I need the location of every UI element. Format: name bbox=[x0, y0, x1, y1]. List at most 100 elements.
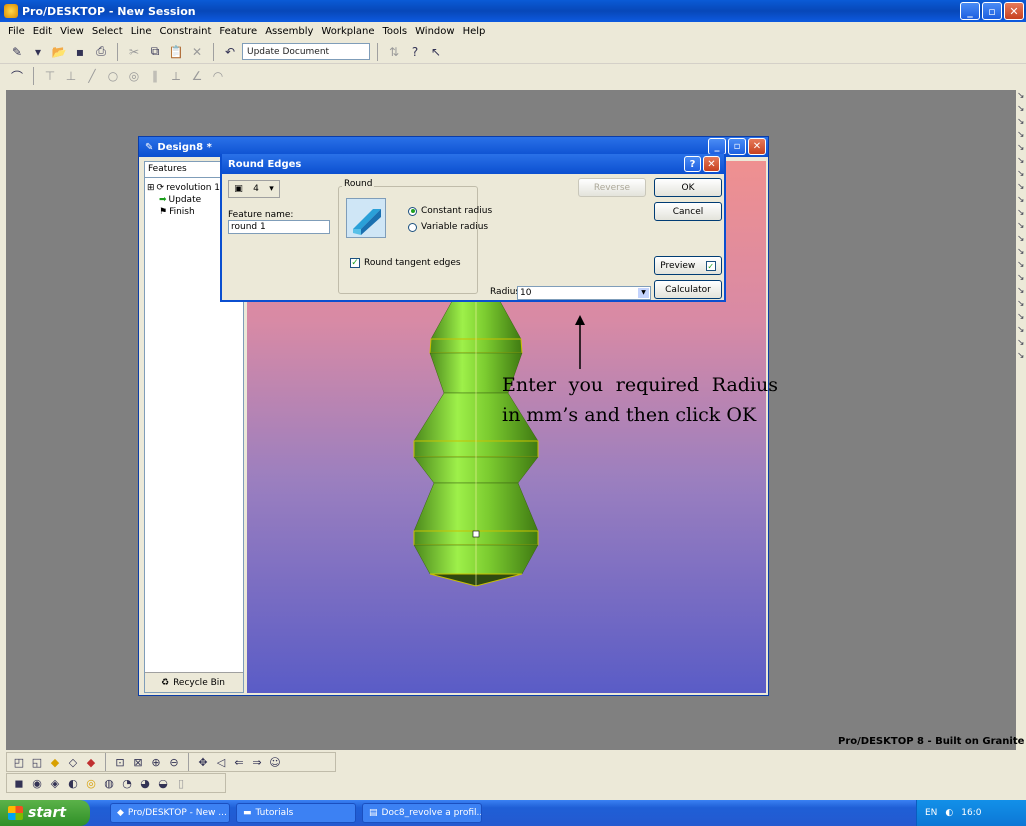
view-shade-icon[interactable]: ◆ bbox=[47, 754, 63, 770]
menu-select[interactable]: Select bbox=[88, 26, 127, 37]
recycle-bin[interactable]: ♻ Recycle Bin bbox=[145, 672, 243, 692]
perpendicular-icon[interactable]: ⊥ bbox=[62, 67, 80, 85]
side-tool-icon[interactable]: ↘ bbox=[1016, 90, 1026, 103]
smiley-icon[interactable]: ☺ bbox=[267, 754, 283, 770]
close-button[interactable]: ✕ bbox=[1004, 2, 1024, 20]
radius-input[interactable]: 10 ▼ bbox=[517, 286, 651, 300]
reverse-button[interactable]: Reverse bbox=[578, 178, 646, 197]
view-color-icon[interactable]: ◆ bbox=[83, 754, 99, 770]
start-button[interactable]: start bbox=[0, 800, 90, 826]
cancel-button[interactable]: Cancel bbox=[654, 202, 722, 221]
circle-icon[interactable]: ○ bbox=[104, 67, 122, 85]
pattern-icon[interactable]: ▯ bbox=[173, 775, 189, 791]
menu-constraint[interactable]: Constraint bbox=[156, 26, 216, 37]
calculator-button[interactable]: Calculator bbox=[654, 280, 722, 299]
side-tool-icon[interactable]: ↘ bbox=[1016, 155, 1026, 168]
menu-view[interactable]: View bbox=[56, 26, 88, 37]
menu-workplane[interactable]: Workplane bbox=[317, 26, 378, 37]
side-tool-icon[interactable]: ↘ bbox=[1016, 246, 1026, 259]
update-icon[interactable]: ⇅ bbox=[385, 43, 403, 61]
side-tool-icon[interactable]: ↘ bbox=[1016, 324, 1026, 337]
view-front-icon[interactable]: ◱ bbox=[29, 754, 45, 770]
side-tool-icon[interactable]: ↘ bbox=[1016, 142, 1026, 155]
delete-icon[interactable]: ✕ bbox=[188, 43, 206, 61]
revolve-icon[interactable]: ◉ bbox=[29, 775, 45, 791]
side-tool-icon[interactable]: ↘ bbox=[1016, 272, 1026, 285]
view-wire-icon[interactable]: ◇ bbox=[65, 754, 81, 770]
side-tool-icon[interactable]: ↘ bbox=[1016, 116, 1026, 129]
taskbar-item-prodesktop[interactable]: ◆ Pro/DESKTOP - New ... bbox=[110, 803, 230, 823]
chamfer-icon[interactable]: ◕ bbox=[137, 775, 153, 791]
menu-help[interactable]: Help bbox=[459, 26, 490, 37]
paste-icon[interactable]: 📋 bbox=[167, 43, 185, 61]
angle-icon[interactable]: ∠ bbox=[188, 67, 206, 85]
draft-icon[interactable]: ◒ bbox=[155, 775, 171, 791]
tangent-icon[interactable]: ⟂ bbox=[167, 67, 185, 85]
menu-file[interactable]: File bbox=[4, 26, 29, 37]
select-icon[interactable]: ⌒ bbox=[8, 67, 26, 85]
line-icon[interactable]: ╱ bbox=[83, 67, 101, 85]
zoom-in-icon[interactable]: ⊕ bbox=[148, 754, 164, 770]
edge-selection-dropdown[interactable]: ▣ 4 ▾ bbox=[228, 180, 280, 198]
side-tool-icon[interactable]: ↘ bbox=[1016, 220, 1026, 233]
menu-line[interactable]: Line bbox=[127, 26, 156, 37]
zoom-out-icon[interactable]: ⊖ bbox=[166, 754, 182, 770]
loft-icon[interactable]: ◐ bbox=[65, 775, 81, 791]
minimize-button[interactable]: _ bbox=[960, 2, 980, 20]
dialog-help-button[interactable]: ? bbox=[684, 156, 701, 172]
new-design-icon[interactable]: ✎ bbox=[8, 43, 26, 61]
tray-icon[interactable]: ◐ bbox=[945, 808, 953, 818]
chevron-down-icon[interactable]: ▼ bbox=[638, 288, 649, 298]
shell-icon[interactable]: ◎ bbox=[83, 775, 99, 791]
extrude-icon[interactable]: ◼ bbox=[11, 775, 27, 791]
side-tool-icon[interactable]: ↘ bbox=[1016, 207, 1026, 220]
design-minimize-button[interactable]: _ bbox=[708, 138, 726, 155]
arrow-right-icon[interactable]: ⇒ bbox=[249, 754, 265, 770]
help-icon[interactable]: ? bbox=[406, 43, 424, 61]
design-maximize-button[interactable]: ▫ bbox=[728, 138, 746, 155]
expand-icon[interactable]: ⊞ bbox=[147, 182, 155, 194]
update-document-field[interactable]: Update Document bbox=[242, 43, 370, 60]
open-folder-icon[interactable]: 📂 bbox=[50, 43, 68, 61]
side-tool-icon[interactable]: ↘ bbox=[1016, 103, 1026, 116]
concentric-icon[interactable]: ◎ bbox=[125, 67, 143, 85]
undo-icon[interactable]: ↶ bbox=[221, 43, 239, 61]
sweep-icon[interactable]: ◈ bbox=[47, 775, 63, 791]
constant-radius-radio[interactable]: Constant radius bbox=[408, 206, 492, 216]
pan-icon[interactable]: ✥ bbox=[195, 754, 211, 770]
taskbar-item-doc8[interactable]: ▤ Doc8_revolve a profil... bbox=[362, 803, 482, 823]
save-icon[interactable]: ▪ bbox=[71, 43, 89, 61]
side-tool-icon[interactable]: ↘ bbox=[1016, 259, 1026, 272]
preview-check-icon[interactable]: ✓ bbox=[705, 260, 716, 271]
ok-button[interactable]: OK bbox=[654, 178, 722, 197]
parallel-icon[interactable]: ∥ bbox=[146, 67, 164, 85]
side-tool-icon[interactable]: ↘ bbox=[1016, 168, 1026, 181]
menu-edit[interactable]: Edit bbox=[29, 26, 56, 37]
arc-icon[interactable]: ◠ bbox=[209, 67, 227, 85]
design-close-button[interactable]: ✕ bbox=[748, 138, 766, 155]
side-tool-icon[interactable]: ↘ bbox=[1016, 350, 1026, 363]
dropdown-arrow-icon[interactable]: ▾ bbox=[29, 43, 47, 61]
vertex-handle[interactable] bbox=[472, 530, 480, 538]
language-indicator[interactable]: EN bbox=[925, 808, 937, 818]
preview-button[interactable]: Preview ✓ bbox=[654, 256, 722, 275]
side-tool-icon[interactable]: ↘ bbox=[1016, 285, 1026, 298]
hole-icon[interactable]: ◍ bbox=[101, 775, 117, 791]
round-icon[interactable]: ◔ bbox=[119, 775, 135, 791]
side-tool-icon[interactable]: ↘ bbox=[1016, 181, 1026, 194]
menu-tools[interactable]: Tools bbox=[378, 26, 411, 37]
arrow-left-icon[interactable]: ⇐ bbox=[231, 754, 247, 770]
dialog-close-button[interactable]: ✕ bbox=[703, 156, 720, 172]
cut-icon[interactable]: ✂ bbox=[125, 43, 143, 61]
menu-feature[interactable]: Feature bbox=[215, 26, 261, 37]
side-tool-icon[interactable]: ↘ bbox=[1016, 194, 1026, 207]
side-tool-icon[interactable]: ↘ bbox=[1016, 298, 1026, 311]
menu-window[interactable]: Window bbox=[411, 26, 458, 37]
rotate-left-icon[interactable]: ◁ bbox=[213, 754, 229, 770]
context-help-icon[interactable]: ↖ bbox=[427, 43, 445, 61]
constraint-icon[interactable]: ⊤ bbox=[41, 67, 59, 85]
side-tool-icon[interactable]: ↘ bbox=[1016, 337, 1026, 350]
print-icon[interactable]: ⎙ bbox=[92, 43, 110, 61]
zoom-box-icon[interactable]: ⊡ bbox=[112, 754, 128, 770]
view-iso-icon[interactable]: ◰ bbox=[11, 754, 27, 770]
